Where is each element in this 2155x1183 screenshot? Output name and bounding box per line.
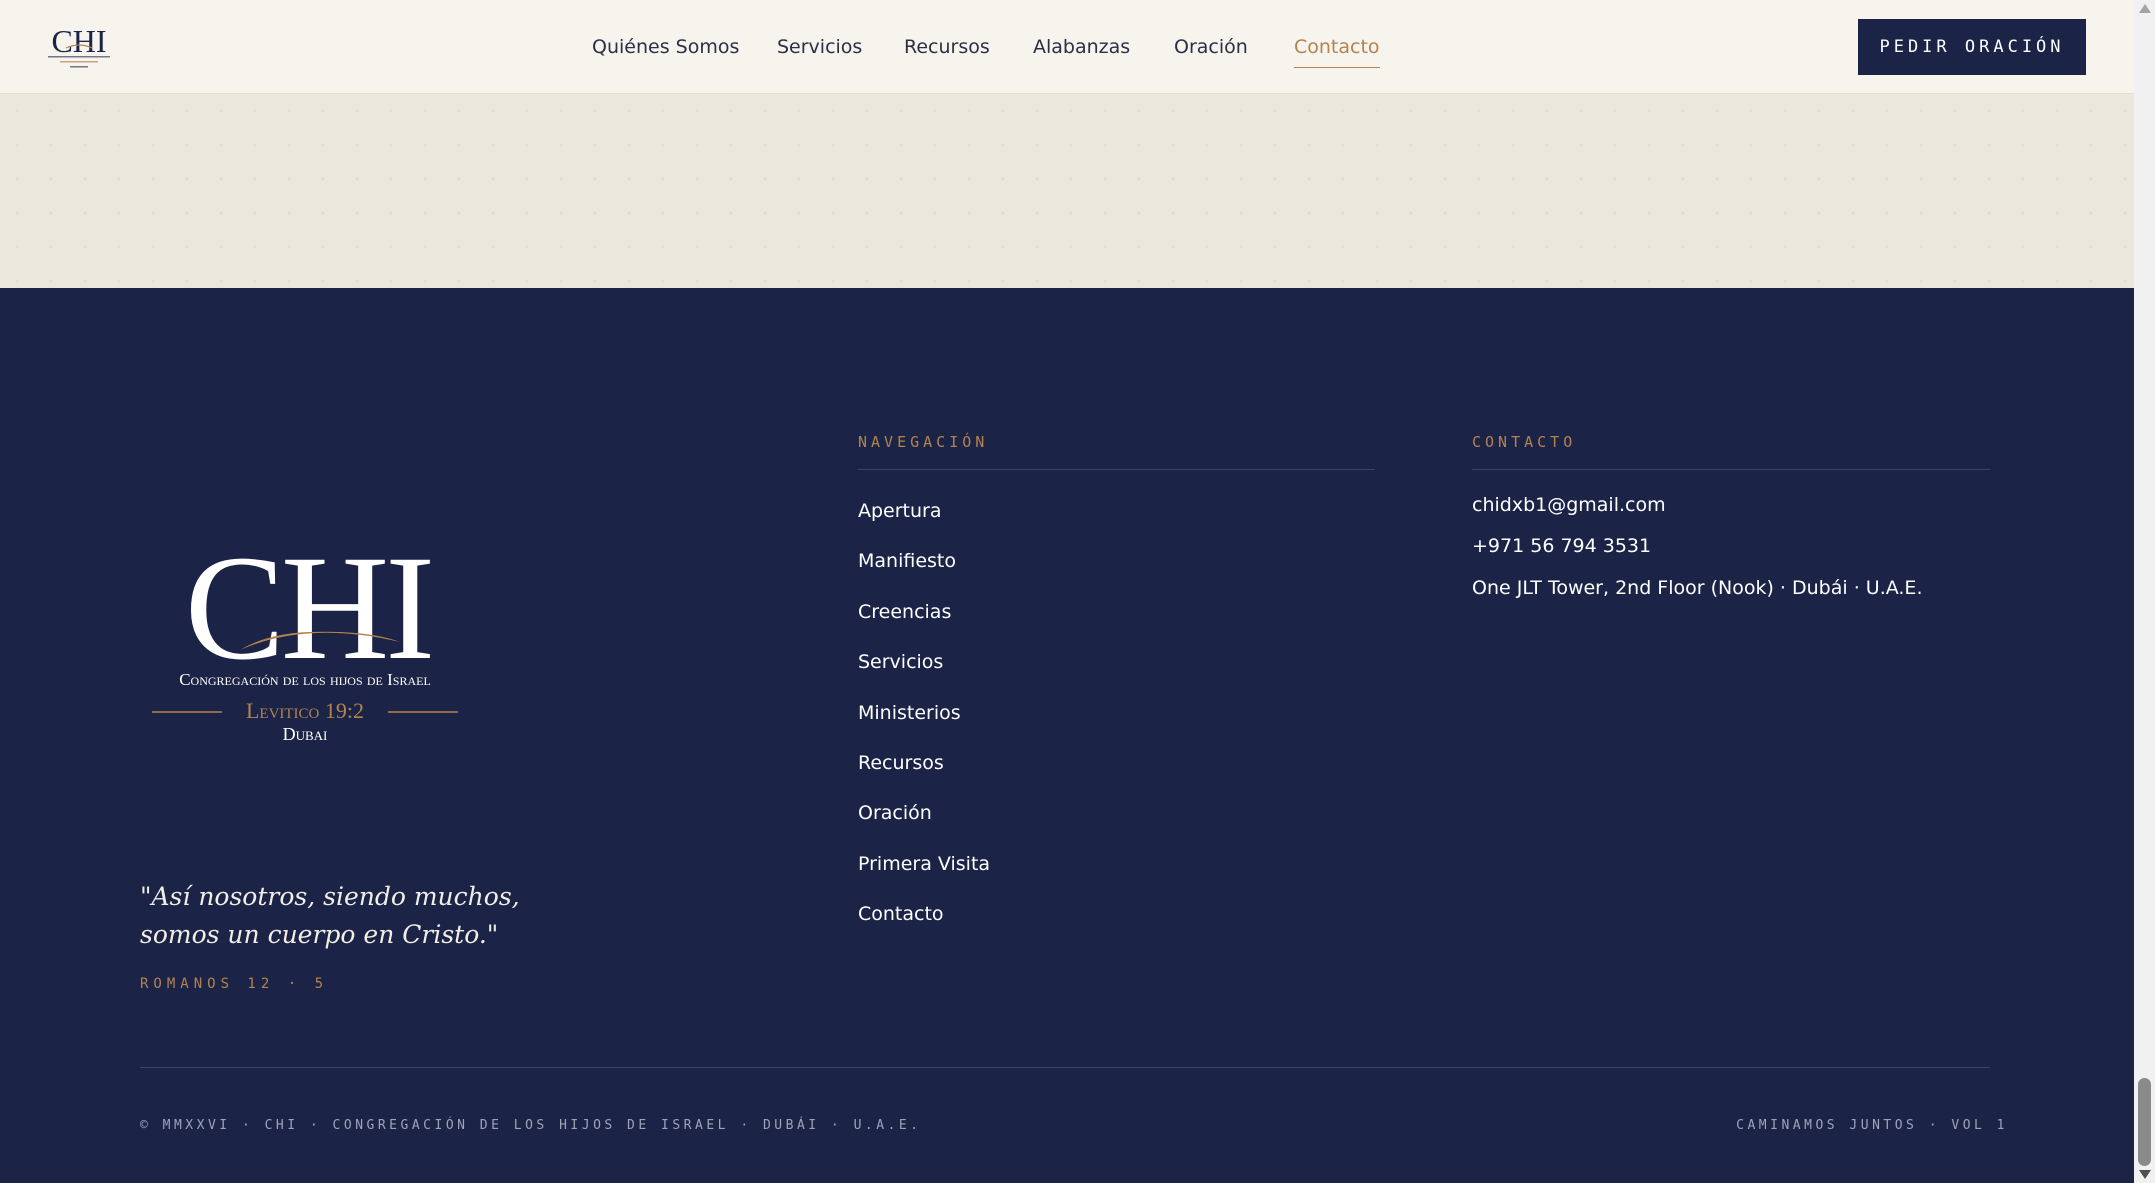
contact-address: One JLT Tower, 2nd Floor (Nook) · Dubái …	[1472, 577, 1923, 599]
contact-divider	[1472, 469, 1990, 470]
contact-email-link[interactable]: chidxb1@gmail.com	[1472, 494, 1666, 516]
active-underline	[1294, 67, 1380, 68]
scrollbar[interactable]	[2134, 0, 2155, 1183]
page-section-band	[0, 94, 2134, 288]
footer-bottom-divider	[140, 1067, 1990, 1068]
footer-logo-line2: Levitico 19:2	[246, 698, 364, 723]
nav-contacto-label: Contacto	[1294, 36, 1380, 58]
main-nav: Quiénes Somos Servicios Recursos Alabanz…	[0, 30, 2134, 68]
footer-logo-mark: CHI	[185, 525, 431, 691]
footer-link-oracion[interactable]: Oración	[858, 802, 932, 824]
footer-link-servicios[interactable]: Servicios	[858, 651, 943, 673]
footer-tagline: CAMINAMOS JUNTOS · VOL 1	[1736, 1118, 2008, 1133]
footer-link-creencias[interactable]: Creencias	[858, 601, 951, 623]
footer-link-manifiesto[interactable]: Manifiesto	[858, 550, 956, 572]
footer-logo-line3: Dubai	[283, 724, 328, 744]
site-header: CHI Quiénes Somos Servicios Recursos Ala…	[0, 0, 2134, 94]
contact-heading: CONTACTO	[1472, 433, 1577, 451]
footer-quote-reference: ROMANOS 12 · 5	[140, 976, 329, 992]
contact-phone-link[interactable]: +971 56 794 3531	[1472, 535, 1651, 557]
navigation-heading: NAVEGACIÓN	[858, 433, 989, 451]
site-footer: CHI Congregación de los hijos de Israel …	[0, 288, 2134, 1183]
nav-recursos[interactable]: Recursos	[904, 30, 990, 64]
footer-logo-line1: Congregación de los hijos de Israel	[179, 670, 431, 689]
footer-quote: "Así nosotros, siendo muchos, somos un c…	[140, 882, 520, 949]
navigation-divider	[858, 469, 1375, 470]
footer-link-primera-visita[interactable]: Primera Visita	[858, 853, 990, 875]
nav-oracion[interactable]: Oración	[1174, 30, 1248, 64]
pedir-oracion-button[interactable]: PEDIR ORACIÓN	[1858, 19, 2086, 75]
nav-contacto[interactable]: Contacto	[1294, 30, 1380, 68]
copyright-text: © MMXXVI · CHI · CONGREGACIÓN DE LOS HIJ…	[140, 1118, 922, 1133]
footer-logo: CHI Congregación de los hijos de Israel …	[152, 525, 458, 744]
footer-link-recursos[interactable]: Recursos	[858, 752, 944, 774]
nav-quienes-somos[interactable]: Quiénes Somos	[592, 30, 739, 64]
scroll-up-arrow-icon[interactable]	[2139, 4, 2151, 13]
footer-link-apertura[interactable]: Apertura	[858, 500, 942, 522]
nav-alabanzas[interactable]: Alabanzas	[1033, 30, 1130, 64]
scroll-down-arrow-icon[interactable]	[2139, 1170, 2151, 1179]
scrollbar-thumb[interactable]	[2138, 1078, 2151, 1166]
footer-link-contacto[interactable]: Contacto	[858, 903, 944, 925]
nav-servicios[interactable]: Servicios	[777, 30, 862, 64]
footer-link-ministerios[interactable]: Ministerios	[858, 702, 961, 724]
